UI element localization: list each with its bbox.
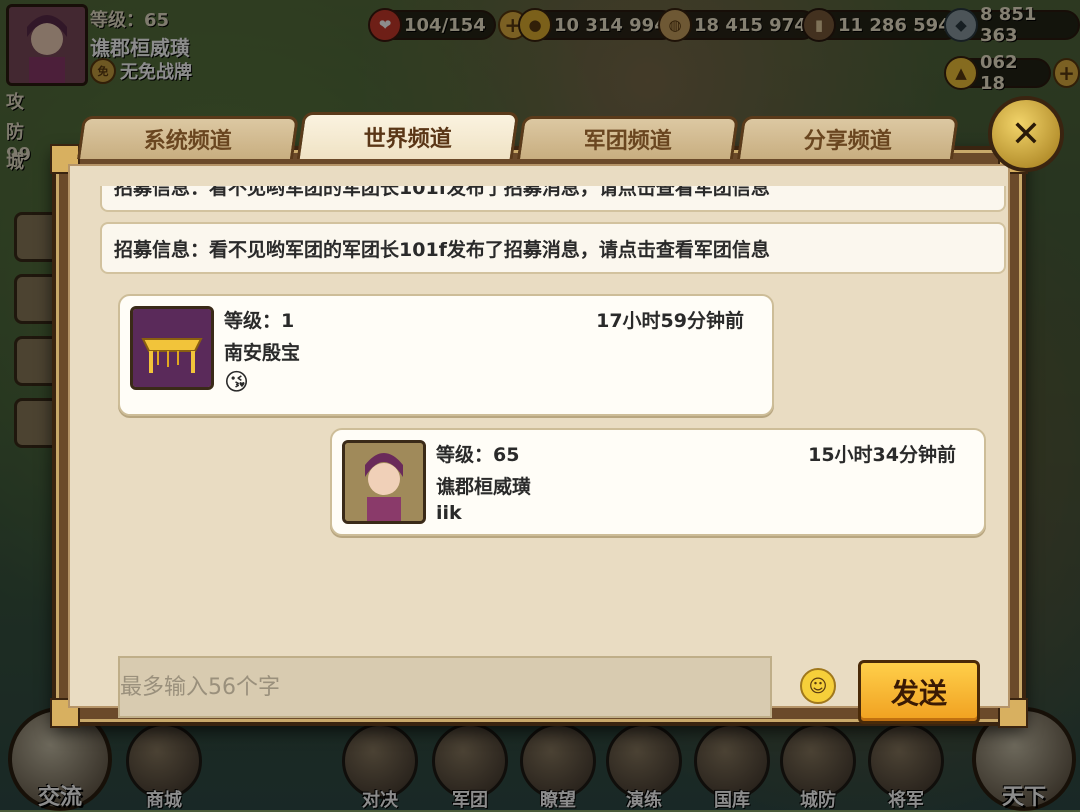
chat-input-box[interactable] <box>118 656 772 718</box>
message-list[interactable]: 招募信息：看不见哟军团的军团长101f发布了招募消息，请点击查看军团信息 招募信… <box>100 186 1012 616</box>
tab-label: 分享频道 <box>803 129 892 154</box>
close-button[interactable]: ✕ <box>988 96 1064 172</box>
tab-label: 世界频道 <box>363 127 452 152</box>
chat-input[interactable] <box>120 658 770 716</box>
tab-legion-channel[interactable]: 军团频道 <box>516 116 740 159</box>
system-message[interactable]: 招募信息：看不见哟军团的军团长101f发布了招募消息，请点击查看军团信息 <box>100 186 1006 212</box>
sender-name[interactable]: 南安殷宝 <box>224 338 300 365</box>
chat-message: 等级：65 15小时34分钟前 谯郡桓威璜 iik <box>330 428 986 536</box>
hero-portrait-icon <box>345 443 423 521</box>
tab-share-channel[interactable]: 分享频道 <box>736 116 960 159</box>
sender-level: 等级：1 <box>224 310 295 332</box>
send-button[interactable]: 发送 <box>858 660 980 724</box>
sender-name[interactable]: 谯郡桓威璜 <box>436 472 531 499</box>
chat-message: 等级：1 17小时59分钟前 南安殷宝 😘 <box>118 294 774 416</box>
tab-label: 军团频道 <box>583 129 672 154</box>
sender-level: 等级：65 <box>436 444 520 466</box>
tab-world-channel[interactable]: 世界频道 <box>296 112 520 159</box>
sender-avatar[interactable] <box>342 440 426 524</box>
message-time: 17小时59分钟前 <box>596 310 744 332</box>
message-text: 😘 <box>224 368 250 396</box>
sender-avatar[interactable] <box>130 306 214 390</box>
emoji-button[interactable]: ☺ <box>800 668 836 704</box>
golden-table-icon <box>133 309 211 387</box>
chat-panel: 招募信息：看不见哟军团的军团长101f发布了招募消息，请点击查看军团信息 招募信… <box>68 164 1012 724</box>
tab-label: 系统频道 <box>143 129 232 154</box>
message-text: iik <box>436 502 462 524</box>
message-time: 15小时34分钟前 <box>808 444 956 466</box>
chat-dialog: 招募信息：看不见哟军团的军团长101f发布了招募消息，请点击查看军团信息 招募信… <box>50 144 1028 728</box>
system-message[interactable]: 招募信息：看不见哟军团的军团长101f发布了招募消息，请点击查看军团信息 <box>100 222 1006 274</box>
close-icon: ✕ <box>1010 113 1042 155</box>
tab-system-channel[interactable]: 系统频道 <box>76 116 300 159</box>
channel-tabs: 系统频道 世界频道 军团频道 分享频道 <box>76 112 960 160</box>
